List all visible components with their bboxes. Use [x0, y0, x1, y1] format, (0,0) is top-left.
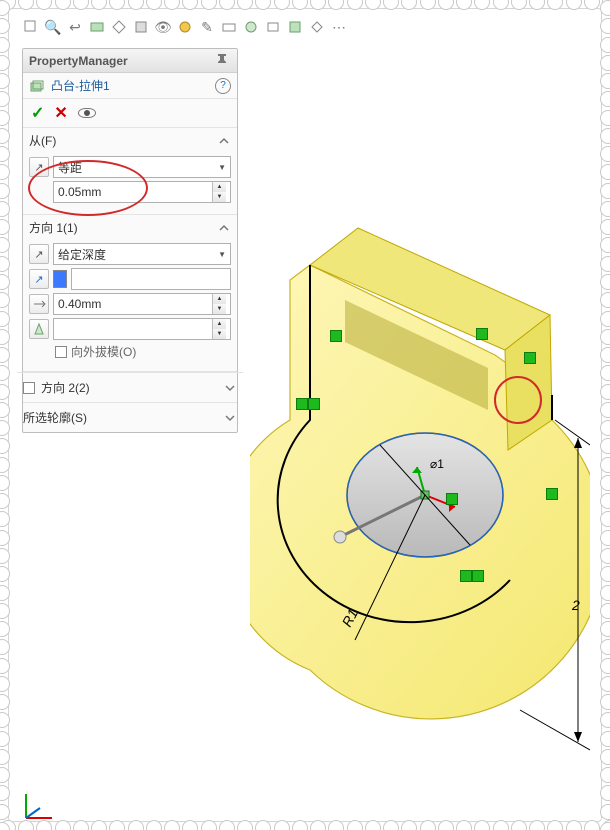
dropdown-icon: ▼: [218, 250, 226, 259]
feature-name: 凸台-拉伸1: [51, 77, 110, 94]
expand-dir2-icon[interactable]: [223, 381, 237, 395]
direction1-label: 方向 1(1): [29, 219, 78, 236]
draft-icon[interactable]: [29, 319, 49, 339]
direction-vector-icon: ↗: [29, 269, 49, 289]
zoom-area-icon[interactable]: 🔍: [44, 18, 62, 36]
spin-down-icon[interactable]: ▼: [212, 329, 226, 339]
constraint-icon[interactable]: [330, 330, 342, 342]
depth-icon: [29, 294, 49, 314]
direction1-section: 方向 1(1) ↗ 给定深度 ▼ ↗ 0.40mm: [23, 215, 237, 372]
constraint-icon[interactable]: [524, 352, 536, 364]
dropdown-icon: ▼: [218, 163, 226, 172]
zoom-fit-icon[interactable]: [22, 18, 40, 36]
apply-scene-icon[interactable]: ✎: [198, 18, 216, 36]
property-manager-panel: PropertyManager 凸台-拉伸1 ? ✓ ✕ 从(F) ↗: [22, 48, 238, 433]
constraint-icon[interactable]: [446, 493, 458, 505]
cancel-button[interactable]: ✕: [54, 103, 67, 123]
start-condition-select[interactable]: 等距 ▼: [53, 156, 231, 178]
constraint-icon[interactable]: [476, 328, 488, 340]
misc2-icon[interactable]: [308, 18, 326, 36]
direction-reference-input[interactable]: [71, 268, 231, 290]
direction2-section: 方向 2(2): [23, 372, 237, 403]
heads-up-toolbar: 🔍 ↩ 👁 ✎ ⋯: [22, 18, 588, 40]
pushpin-icon[interactable]: [215, 52, 231, 69]
direction2-checkbox[interactable]: [23, 382, 35, 394]
constraint-icon[interactable]: [308, 398, 320, 410]
end-condition-value: 给定深度: [58, 246, 106, 263]
expand-contours-icon[interactable]: [223, 411, 237, 425]
depth-value: 0.40mm: [58, 297, 101, 311]
spin-up-icon[interactable]: ▲: [212, 319, 226, 329]
offset-input[interactable]: 0.05mm ▲▼: [53, 181, 231, 203]
ok-button[interactable]: ✓: [31, 103, 44, 123]
prev-view-icon[interactable]: ↩: [66, 18, 84, 36]
view-orientation-icon[interactable]: [110, 18, 128, 36]
selected-contours-section: 所选轮廓(S): [23, 403, 237, 432]
misc3-icon[interactable]: ⋯: [330, 18, 348, 36]
selected-contours-label: 所选轮廓(S): [23, 409, 87, 426]
start-condition-value: 等距: [58, 159, 82, 176]
spin-up-icon[interactable]: ▲: [212, 182, 226, 192]
view-settings-icon[interactable]: [220, 18, 238, 36]
hide-show-icon[interactable]: 👁: [154, 18, 172, 36]
direction2-label: 方向 2(2): [41, 379, 90, 396]
section-view-icon[interactable]: [88, 18, 106, 36]
spin-down-icon[interactable]: ▼: [212, 192, 226, 202]
constraint-icon[interactable]: [296, 398, 308, 410]
reverse-offset-icon[interactable]: ↗: [29, 157, 49, 177]
spin-down-icon[interactable]: ▼: [212, 304, 226, 314]
feature-header: 凸台-拉伸1 ?: [23, 73, 237, 99]
from-label: 从(F): [29, 132, 56, 149]
extrude-feature-icon: [29, 78, 45, 94]
graphics-area[interactable]: R1 ⌀1 2 2: [250, 50, 590, 810]
detailed-preview-icon[interactable]: [78, 108, 96, 118]
draft-outward-checkbox[interactable]: [55, 346, 67, 358]
constraint-icon[interactable]: [472, 570, 484, 582]
constraint-icon[interactable]: [546, 488, 558, 500]
reverse-direction-icon[interactable]: ↗: [29, 244, 49, 264]
collapse-dir1-icon[interactable]: [217, 221, 231, 235]
from-section: 从(F) ↗ 等距 ▼ 0.05mm ▲▼: [23, 128, 237, 215]
edit-appearance-icon[interactable]: [176, 18, 194, 36]
direction-color: [53, 270, 67, 288]
depth-input[interactable]: 0.40mm ▲▼: [53, 293, 231, 315]
print3d-icon[interactable]: [264, 18, 282, 36]
confirm-row: ✓ ✕: [23, 99, 237, 128]
draft-input[interactable]: ▲▼: [53, 318, 231, 340]
dim-height: 2: [571, 597, 580, 613]
misc-icon[interactable]: [286, 18, 304, 36]
dim-diameter: ⌀1: [430, 457, 444, 471]
offset-value: 0.05mm: [58, 185, 101, 199]
constraint-icon[interactable]: [460, 570, 472, 582]
extrude-preview: R1 ⌀1 2 2: [250, 50, 590, 770]
display-style-icon[interactable]: [132, 18, 150, 36]
draft-outward-label: 向外拔模(O): [71, 343, 136, 360]
spin-up-icon[interactable]: ▲: [212, 294, 226, 304]
end-condition-select[interactable]: 给定深度 ▼: [53, 243, 231, 265]
help-icon[interactable]: ?: [215, 78, 231, 94]
collapse-from-icon[interactable]: [217, 134, 231, 148]
render-icon[interactable]: [242, 18, 260, 36]
origin-triad: [22, 788, 62, 827]
panel-title-bar: PropertyManager: [23, 49, 237, 73]
panel-title: PropertyManager: [29, 54, 128, 68]
